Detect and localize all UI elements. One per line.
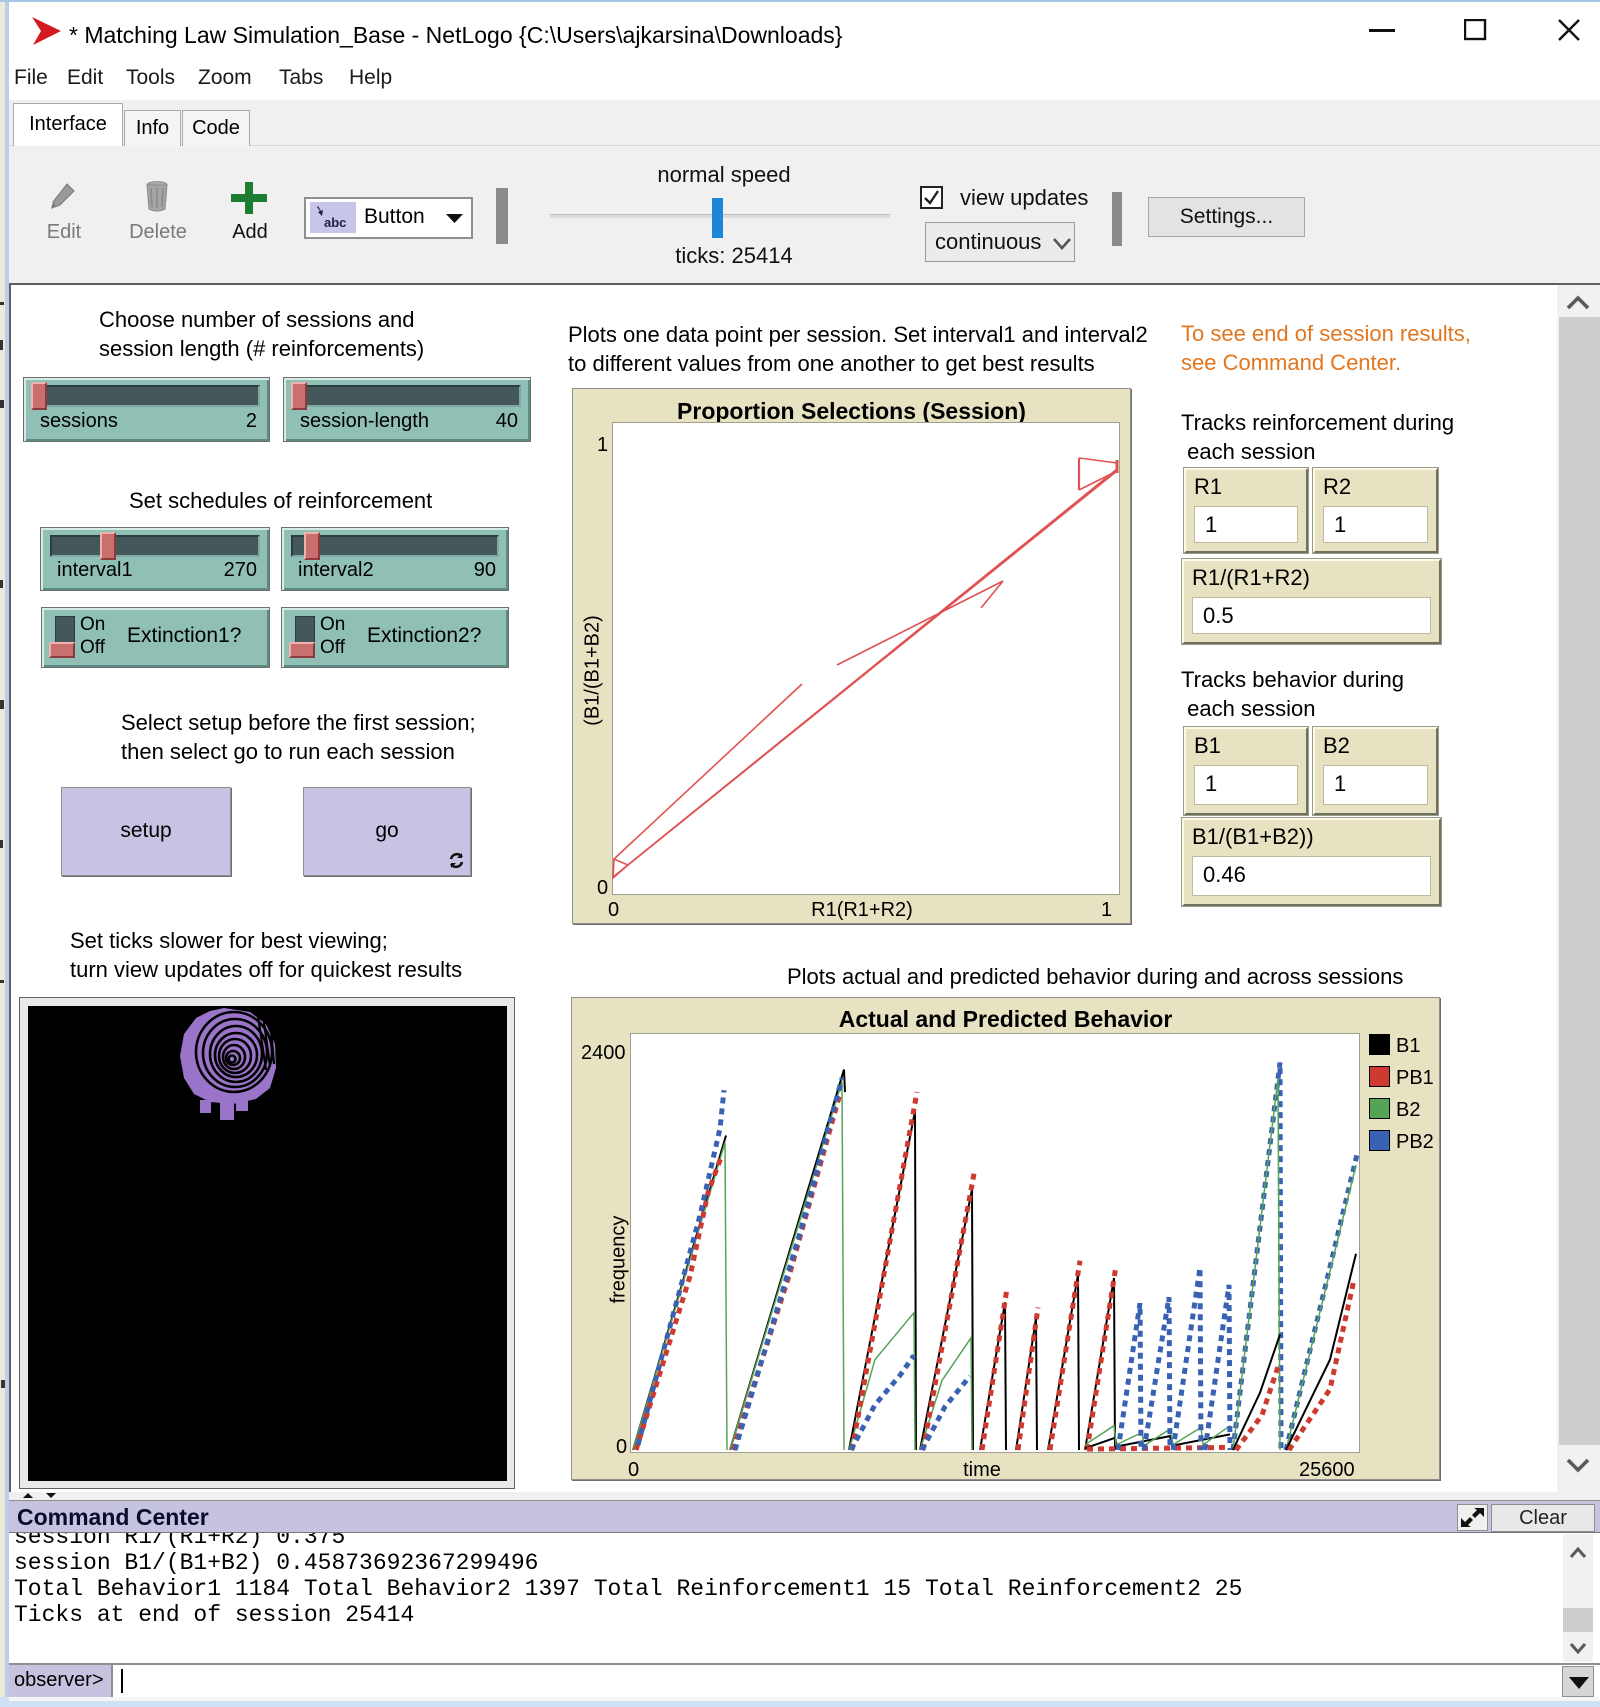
svg-text:abc: abc <box>324 215 346 230</box>
